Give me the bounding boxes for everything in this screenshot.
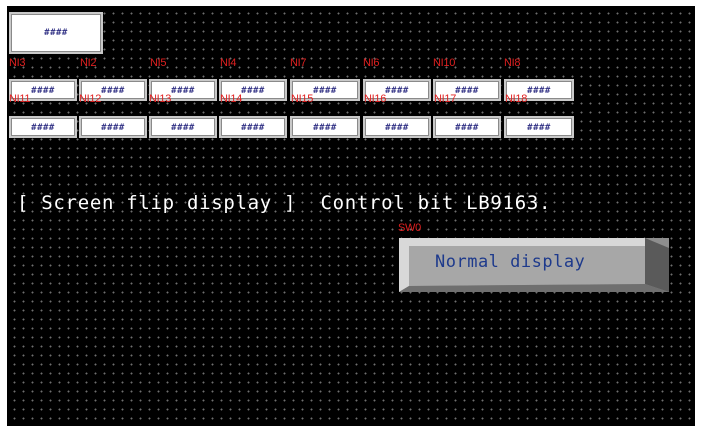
tag-label-ni17: NI17	[434, 93, 457, 105]
numeric-display-row2-1[interactable]: ####	[9, 116, 77, 138]
normal-display-label: Normal display	[435, 252, 586, 272]
tag-label-ni2: NI2	[80, 57, 97, 69]
tag-label-ni11: NI11	[9, 93, 31, 105]
tag-label-ni6: NI6	[363, 57, 380, 69]
numeric-display-top[interactable]: ####	[9, 12, 103, 54]
hmi-screen: #### NI3 NI2 NI5 NI4 NI7 NI6 NI10 NI8 ##…	[7, 6, 695, 426]
tag-label-ni16: NI16	[364, 93, 387, 105]
tag-label-ni15: NI15	[291, 93, 314, 105]
tag-label-ni10: NI10	[433, 57, 456, 69]
tag-label-ni3: NI3	[9, 57, 26, 69]
tag-label-ni5: NI5	[150, 57, 167, 69]
numeric-display-row2-7[interactable]: ####	[433, 116, 501, 138]
switch-tag-label: SW0	[398, 222, 421, 234]
tag-label-ni7: NI7	[290, 57, 307, 69]
tag-label-ni14: NI14	[220, 93, 243, 105]
normal-display-switch[interactable]: Normal display	[399, 238, 669, 292]
numeric-display-row2-6[interactable]: ####	[363, 116, 431, 138]
numeric-display-row2-4[interactable]: ####	[219, 116, 287, 138]
numeric-display-row2-3[interactable]: ####	[149, 116, 217, 138]
tag-label-ni4: NI4	[220, 57, 237, 69]
numeric-display-row2-2[interactable]: ####	[79, 116, 147, 138]
tag-label-ni8: NI8	[504, 57, 521, 69]
tag-label-ni13: NI13	[149, 93, 172, 105]
numeric-display-row2-5[interactable]: ####	[290, 116, 360, 138]
tag-label-ni18: NI18	[505, 93, 528, 105]
tag-label-ni12: NI12	[79, 93, 102, 105]
screen-flip-caption: [ Screen flip display ] Control bit LB91…	[17, 192, 552, 214]
numeric-display-row2-8[interactable]: ####	[504, 116, 574, 138]
